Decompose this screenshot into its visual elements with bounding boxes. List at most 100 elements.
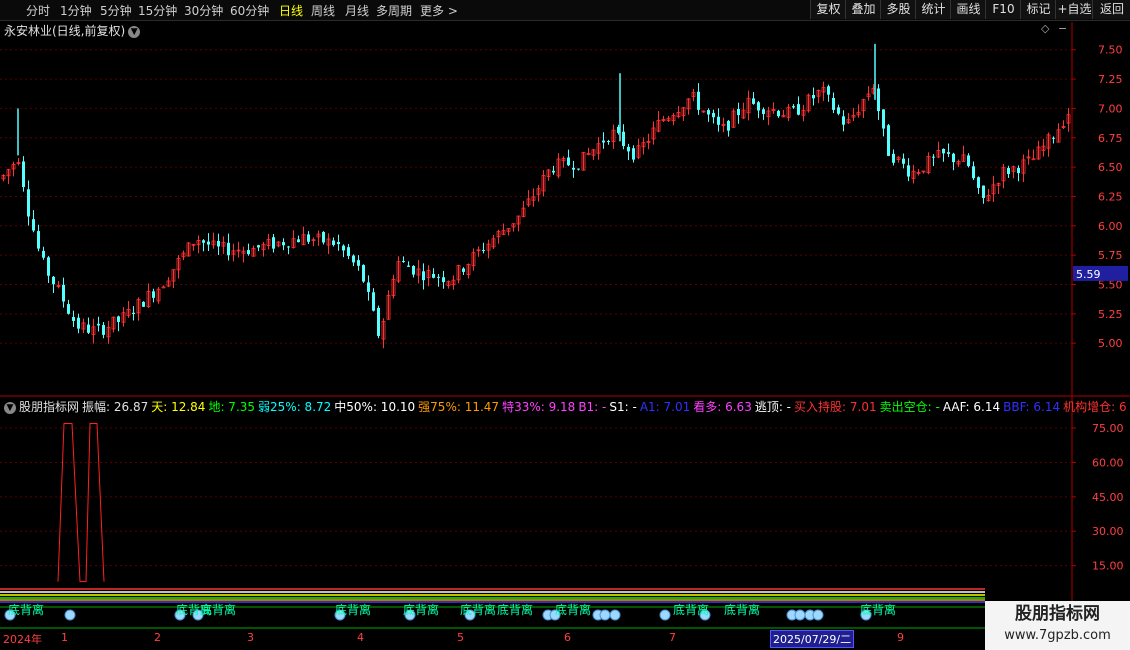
indicator-tick-label: 45.00: [1092, 491, 1124, 504]
candle-body: [47, 257, 50, 276]
signal-dot: [64, 609, 76, 621]
candle-body: [707, 110, 710, 115]
indicator-tick-label: 30.00: [1092, 525, 1124, 538]
indicator-field-14: AAF: 6.14: [942, 400, 1001, 414]
indicator-field-11: 逃顶: -: [754, 400, 792, 414]
date-axis: 2024年 1 2 3 4 5 6 7 9 2025/07/29/二: [0, 630, 985, 650]
candle-body: [97, 323, 100, 326]
candle-body: [567, 157, 570, 166]
candle-body: [907, 165, 910, 177]
candle-body: [247, 250, 250, 255]
indicator-field-13: 卖出空仓: -: [879, 400, 940, 414]
watermark-title: 股朋指标网: [1015, 604, 1100, 624]
candle-body: [322, 231, 325, 243]
chart-canvas[interactable]: 7.507.257.006.756.506.256.005.755.505.25…: [0, 0, 1130, 650]
candle-body: [712, 112, 715, 118]
candle-body: [362, 265, 365, 282]
indicator-field-0: 振幅: 26.87: [82, 400, 149, 414]
candle-body: [902, 158, 905, 164]
month-label-3: 4: [357, 631, 364, 644]
candle-body: [552, 170, 555, 173]
indicator-field-15: BBF: 6.14: [1003, 400, 1061, 414]
candle-body: [632, 148, 635, 160]
price-tick-label: 6.00: [1098, 220, 1123, 233]
signal-label: 底背离: [335, 602, 371, 617]
candle-body: [202, 240, 205, 243]
signal-dot: [812, 609, 824, 621]
price-tick-label: 7.25: [1098, 73, 1123, 86]
candle-body: [442, 277, 445, 283]
candle-body: [377, 307, 380, 336]
candle-body: [372, 292, 375, 311]
candle-body: [152, 291, 155, 298]
candle-body: [27, 189, 30, 217]
signal-label: 底背离: [555, 602, 591, 617]
month-label-2: 3: [247, 631, 254, 644]
candle-body: [161, 286, 166, 289]
month-label-6: 7: [669, 631, 676, 644]
candle-body: [572, 167, 575, 170]
candle-body: [282, 242, 285, 246]
indicator-field-4: 中50%: 10.10: [334, 400, 416, 414]
watermark-url: www.7gpzb.com: [1004, 628, 1111, 643]
indicator-field-9: A1: 7.01: [639, 400, 691, 414]
candle-body: [882, 109, 885, 129]
candle-body: [697, 91, 700, 110]
candle-body: [22, 161, 25, 188]
indicator-spike-line: [57, 422, 105, 583]
signal-label: 底背离: [403, 602, 439, 617]
candle-body: [87, 324, 90, 333]
candle-body: [342, 245, 345, 251]
candle-body: [1017, 167, 1020, 174]
candle-body: [332, 240, 335, 245]
price-tick-label: 6.75: [1098, 132, 1123, 145]
price-tick-label: 6.50: [1098, 161, 1123, 174]
candle-body: [32, 219, 35, 231]
candle-body: [887, 125, 890, 156]
candle-body: [307, 234, 310, 242]
candle-body: [977, 177, 980, 188]
price-tick-label: 5.00: [1098, 337, 1123, 350]
signal-dot: [794, 609, 806, 621]
candle-body: [272, 237, 275, 249]
candle-body: [227, 242, 230, 256]
candle-body: [727, 120, 730, 131]
candle-body: [757, 102, 760, 111]
candle-body: [207, 241, 210, 245]
candle-body: [947, 152, 950, 154]
indicator-tick-label: 15.00: [1092, 560, 1124, 573]
price-tick-label: 5.25: [1098, 308, 1123, 321]
candle-body: [762, 109, 765, 114]
candle-body: [297, 239, 300, 243]
candle-body: [607, 141, 610, 143]
candle-body: [367, 282, 370, 292]
candle-body: [627, 146, 630, 152]
chevron-down-icon[interactable]: ▼: [4, 401, 16, 414]
candle-body: [422, 271, 425, 281]
candle-body: [842, 116, 845, 125]
candle-body: [412, 265, 415, 275]
candle-body: [1052, 137, 1055, 139]
candle-body: [257, 245, 260, 248]
candle-body: [407, 265, 410, 267]
candle-body: [797, 104, 800, 115]
price-tick-label: 7.00: [1098, 102, 1123, 115]
candle-body: [482, 250, 485, 252]
candle-body: [77, 317, 80, 329]
price-tick-label: 5.75: [1098, 249, 1123, 262]
candle-body: [1007, 167, 1010, 175]
month-label-0: 1: [61, 631, 68, 644]
indicator-field-1: 天: 12.84: [151, 400, 206, 414]
candle-body: [892, 153, 895, 163]
candle-body: [67, 304, 70, 314]
candle-body: [217, 240, 220, 247]
signal-label: 底背离: [8, 602, 44, 617]
candle-body: [622, 131, 625, 147]
indicator-tick-label: 60.00: [1092, 456, 1124, 469]
candle-body: [812, 94, 815, 99]
indicator-fields: 振幅: 26.87 天: 12.84 地: 7.35 弱25%: 8.72 中50%: …: [82, 400, 1130, 414]
indicator-field-8: S1: -: [609, 400, 637, 414]
indicator-title: ▼ 股朋指标网 振幅: 26.87 天: 12.84 地: 7.35 弱25%: 8.72…: [4, 398, 1130, 415]
candle-body: [967, 155, 970, 167]
year-label: 2024年: [3, 633, 42, 646]
